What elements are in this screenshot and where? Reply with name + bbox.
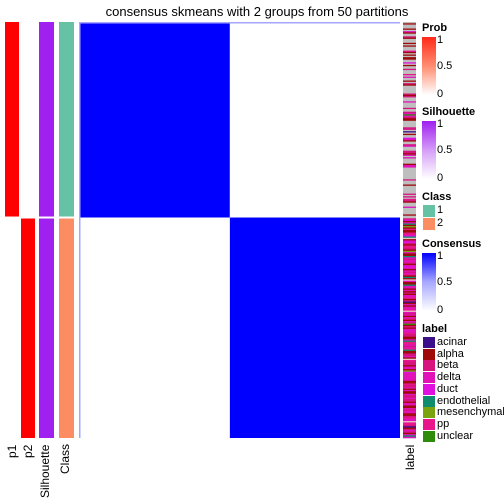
annotation-silhouette-group-2 (39, 218, 54, 438)
legend-label-text: endothelial (437, 394, 491, 407)
consensus-block-0-1 (229, 22, 400, 218)
col-label-label: label (403, 444, 417, 470)
legend-consensus-tick: 0 (437, 304, 444, 316)
annotation-p1-group-2 (5, 218, 19, 438)
consensus-block-1-1 (229, 217, 400, 438)
legend-prob-tick: 1 (437, 34, 444, 46)
legend-consensus-tick: 1 (437, 250, 444, 262)
col-label-p2: p2 (21, 444, 35, 458)
legend-silhouette-tick: 0 (437, 172, 444, 184)
legend-class-swatch (423, 218, 435, 230)
legend-label-swatch (423, 337, 435, 348)
legend-label-text: pp (437, 417, 450, 430)
legend-label-swatch (423, 407, 435, 419)
legend-label-text: alpha (437, 347, 464, 360)
legend-class-label: 1 (437, 204, 444, 216)
legend-label-swatch (423, 360, 435, 372)
legend-class-label: 2 (437, 217, 444, 229)
annotation-p2-group-2 (21, 218, 35, 438)
legend-label-swatch (423, 430, 435, 442)
col-label-class: Class (58, 443, 72, 474)
legend-prob-tick: 0.5 (437, 60, 453, 72)
legend-silhouette-tick: 1 (437, 118, 444, 130)
annotation-class-group-1 (59, 22, 74, 217)
annotation-class-group-2 (59, 218, 74, 438)
label-stripe (403, 436, 416, 439)
consensus-block-0-0 (79, 22, 230, 218)
legend-label-text: mesenchymal (437, 406, 504, 419)
legend-silhouette-tick: 0.5 (437, 144, 453, 156)
legend-label-text: acinar (437, 336, 467, 348)
legend-label-title: label (422, 323, 448, 335)
legend-prob-gradient (422, 37, 436, 95)
legend-class-title: Class (422, 191, 452, 203)
legend-label-swatch (423, 418, 435, 430)
legend-prob-tick: 0 (437, 88, 444, 100)
annotation-silhouette-group-1 (39, 22, 54, 217)
col-label-silhouette: Silhouette (38, 444, 52, 498)
legend-silhouette-gradient (422, 121, 436, 179)
legend-label-swatch (423, 395, 435, 407)
legend-consensus-gradient (422, 253, 436, 311)
consensus-edge-top (79, 22, 400, 24)
legend-class-swatch (423, 205, 435, 217)
legend-silhouette-title: Silhouette (422, 106, 476, 118)
legend-label-text: unclear (437, 429, 474, 442)
legend-consensus-tick: 0.5 (437, 276, 453, 288)
legend-label-text: beta (437, 359, 459, 372)
annotation-p1-group-1 (5, 22, 19, 217)
legend-label-swatch (423, 372, 435, 384)
legend-consensus-title: Consensus (422, 238, 482, 250)
consensus-edge (79, 22, 81, 438)
legend-label-text: duct (437, 382, 458, 395)
legend-label-text: delta (437, 371, 461, 384)
legend-label-swatch (423, 348, 435, 360)
annotation-p2-group-1 (21, 22, 35, 217)
legend-label-swatch (423, 383, 435, 395)
col-label-p1: p1 (5, 444, 19, 458)
legend-prob-title: Prob (422, 22, 448, 34)
consensus-block-1-0 (79, 217, 230, 438)
